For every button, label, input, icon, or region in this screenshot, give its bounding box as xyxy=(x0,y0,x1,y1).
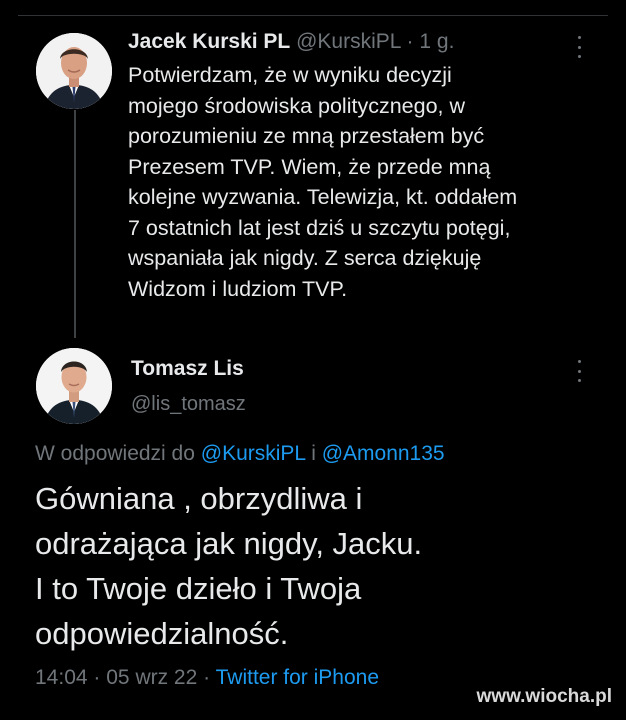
avatar[interactable] xyxy=(36,348,112,424)
reply-text-line: odpowiedzialność. xyxy=(35,616,289,651)
tweet-meta: 14:04 · 05 wrz 22 · Twitter for iPhone xyxy=(35,666,379,690)
source-link[interactable]: Twitter for iPhone xyxy=(216,666,379,689)
tweet-text-line: Widzom i ludziom TVP. xyxy=(128,276,348,301)
avatar-portrait-lis xyxy=(36,348,112,424)
header-separator: · xyxy=(406,30,414,53)
tweet-time[interactable]: 1 g. xyxy=(419,30,454,53)
meta-separator: · xyxy=(203,666,211,689)
reply-text-line: odrażająca jak nigdy, Jacku. xyxy=(35,526,423,561)
more-vertical-icon[interactable] xyxy=(574,36,584,58)
watermark: www.wiocha.pl xyxy=(476,686,612,707)
author-name[interactable]: Jacek Kurski PL xyxy=(128,30,290,53)
mention-link[interactable]: @Amonn135 xyxy=(322,442,445,465)
tweet-text-line: 7 ostatnich lat jest dziś u szczytu potę… xyxy=(128,215,511,240)
reply-text-line: I to Twoje dzieło i Twoja xyxy=(35,571,362,606)
top-divider xyxy=(18,15,608,16)
tweet-text-line: kolejne wyzwania. Telewizja, kt. oddałem xyxy=(128,185,518,209)
author-handle[interactable]: @KurskiPL xyxy=(296,30,401,53)
tweet-text-line: Prezesem TVP. Wiem, że przede mną xyxy=(128,154,491,179)
reply-text: Gówniana , obrzydliwa i odrażająca jak n… xyxy=(35,476,595,656)
reply-author-handle[interactable]: @lis_tomasz xyxy=(131,393,246,416)
mention-link[interactable]: @KurskiPL xyxy=(201,442,306,465)
tweet-text-line: mojego środowiska politycznego, w xyxy=(128,93,465,118)
avatar-portrait-kurski xyxy=(36,33,112,109)
reply-conjunction: i xyxy=(311,442,316,465)
tweet-text-line: porozumieniu ze mną przestałem być xyxy=(128,124,485,148)
reply-date[interactable]: 05 wrz 22 xyxy=(106,666,197,689)
reply-prefix: W odpowiedzi do xyxy=(35,442,195,465)
reply-text-line: Gówniana , obrzydliwa i xyxy=(35,481,363,516)
tweet-header: Jacek Kurski PL @KurskiPL · 1 g. xyxy=(128,30,454,54)
more-vertical-icon[interactable] xyxy=(574,360,584,382)
tweet-text-line: Potwierdzam, że w wyniku decyzji xyxy=(128,63,452,87)
tweet-text: Potwierdzam, że w wyniku decyzji mojego … xyxy=(128,60,598,304)
reply-author-name[interactable]: Tomasz Lis xyxy=(131,357,244,381)
tweet-text-line: wspaniała jak nigdy. Z serca dziękuję xyxy=(128,246,482,270)
reply-context: W odpowiedzi do @KurskiPL i @Amonn135 xyxy=(35,442,445,466)
reply-time[interactable]: 14:04 xyxy=(35,666,88,689)
avatar[interactable] xyxy=(36,33,112,109)
thread-connector-line xyxy=(74,110,76,338)
meta-separator: · xyxy=(93,666,101,689)
